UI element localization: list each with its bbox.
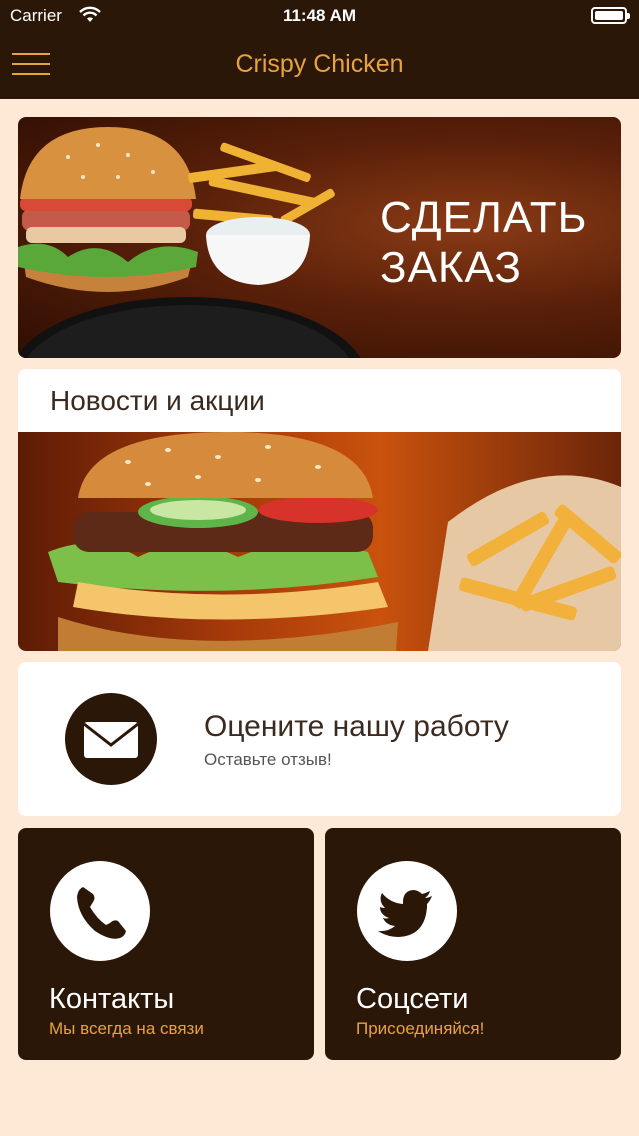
burger-fries-image: [18, 432, 621, 651]
app-title: Crispy Chicken: [235, 50, 404, 78]
phone-icon: [50, 861, 150, 961]
contacts-tile[interactable]: Контакты Мы всегда на связи: [18, 828, 314, 1060]
order-banner-line1: СДЕЛАТЬ: [380, 193, 588, 242]
order-banner-line2: ЗАКАЗ: [380, 243, 522, 292]
social-subtitle: Присоединяйся!: [356, 1019, 485, 1038]
rate-subtitle: Оставьте отзыв!: [204, 750, 332, 769]
contacts-subtitle: Мы всегда на связи: [49, 1019, 204, 1038]
news-card[interactable]: Новости и акции: [18, 369, 621, 651]
envelope-icon: [65, 693, 157, 785]
news-title: Новости и акции: [50, 385, 265, 416]
rate-title: Оцените нашу работу: [204, 710, 509, 743]
social-title: Соцсети: [356, 983, 469, 1015]
clock: 11:48 AM: [282, 6, 357, 25]
status-bar: Carrier 11:48 AM: [0, 0, 639, 32]
order-banner[interactable]: СДЕЛАТЬ ЗАКАЗ: [18, 117, 621, 358]
social-tile[interactable]: Соцсети Присоединяйся!: [325, 828, 621, 1060]
order-banner-text: СДЕЛАТЬ ЗАКАЗ: [380, 193, 588, 293]
battery-icon: [591, 7, 630, 24]
rate-us-card[interactable]: Оцените нашу работу Оставьте отзыв!: [18, 662, 621, 816]
contacts-title: Контакты: [49, 983, 175, 1015]
navigation-bar: Crispy Chicken: [0, 32, 639, 99]
twitter-bird-icon: [357, 861, 457, 961]
